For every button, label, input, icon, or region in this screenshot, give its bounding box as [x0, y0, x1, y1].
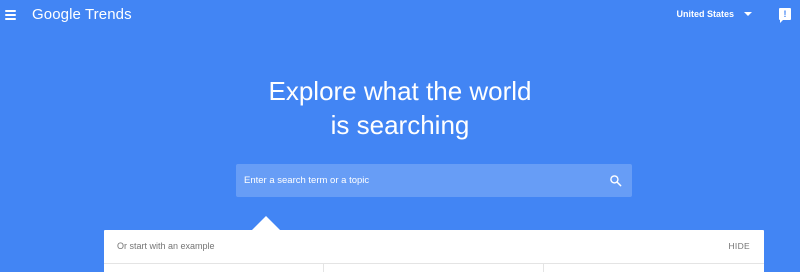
search-icon[interactable] — [609, 174, 622, 187]
hide-button[interactable]: HIDE — [728, 241, 750, 251]
card-divider — [323, 264, 324, 272]
card-divider — [543, 264, 544, 272]
search-box[interactable] — [236, 164, 632, 197]
hero-line-1: Explore what the world — [268, 76, 532, 106]
panel-divider — [104, 263, 764, 264]
country-selector[interactable]: United States — [676, 9, 752, 19]
examples-panel: Or start with an example HIDE — [104, 230, 764, 272]
country-label: United States — [676, 9, 734, 19]
google-trends-logo[interactable]: Google Trends — [32, 6, 132, 23]
chevron-down-icon — [744, 12, 752, 16]
top-bar: Google Trends United States ! — [0, 0, 800, 32]
menu-icon[interactable] — [2, 7, 20, 23]
hero-heading: Explore what the world is searching — [0, 74, 800, 142]
search-input[interactable] — [236, 164, 606, 197]
hero-line-2: is searching — [330, 110, 470, 140]
feedback-icon[interactable]: ! — [779, 8, 791, 23]
examples-label: Or start with an example — [117, 241, 215, 251]
panel-pointer — [252, 216, 280, 230]
